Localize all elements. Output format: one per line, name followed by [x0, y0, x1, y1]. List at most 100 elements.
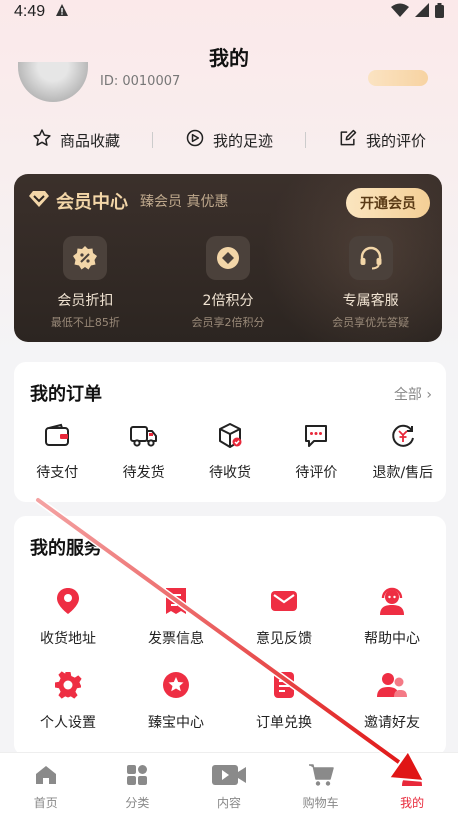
perk-name: 2倍积分	[202, 293, 254, 309]
points-icon	[206, 236, 250, 280]
member-badge[interactable]	[368, 70, 428, 86]
service-label: 发票信息	[148, 631, 204, 647]
service-treasure-center[interactable]: 臻宝中心	[122, 670, 230, 732]
service-label: 帮助中心	[364, 631, 420, 647]
mail-icon	[269, 586, 299, 620]
service-help[interactable]: 帮助中心	[338, 586, 446, 648]
diamond-icon	[28, 190, 50, 212]
comment-icon	[302, 422, 330, 454]
quick-link-label: 我的评价	[365, 131, 426, 150]
service-invoice[interactable]: 发票信息	[122, 586, 230, 648]
services-grid: 收货地址 发票信息 意见反馈 帮助中心 个人设置 臻宝中心 订单兑换 邀请好友	[14, 586, 446, 732]
quick-link-label: 商品收藏	[59, 131, 120, 150]
order-pending-payment[interactable]: 待支付	[14, 422, 100, 482]
orders-all-link[interactable]: 全部 ›	[394, 384, 432, 404]
edit-review-icon	[338, 128, 358, 152]
bottom-tab-bar: 首页 分类 内容 购物车 我的	[0, 752, 458, 820]
support-agent-icon	[377, 586, 407, 620]
tab-content[interactable]: 内容	[183, 753, 275, 820]
tab-home[interactable]: 首页	[0, 753, 92, 820]
service-label: 意见反馈	[256, 631, 312, 647]
headset-icon	[348, 236, 393, 280]
open-vip-button[interactable]: 开通会员	[346, 188, 430, 218]
invoice-icon	[162, 586, 190, 620]
services-card: 我的服务 收货地址 发票信息 意见反馈 帮助中心 个人设置 臻宝中心 订单兑换 …	[14, 516, 446, 756]
quick-link-label: 我的足迹	[212, 131, 273, 150]
service-label: 臻宝中心	[148, 715, 204, 731]
video-icon	[211, 763, 247, 790]
star-outline-icon	[32, 128, 52, 152]
orders-title: 我的订单	[30, 384, 102, 405]
gear-icon	[53, 670, 83, 704]
order-pending-shipment[interactable]: 待发货	[100, 422, 186, 482]
tab-label: 内容	[216, 796, 241, 810]
vip-title: 会员中心	[56, 192, 128, 213]
perk-desc: 最低不止85折	[50, 316, 120, 329]
tab-label: 分类	[125, 796, 150, 810]
user-icon	[400, 763, 424, 790]
service-order-exchange[interactable]: 订单兑换	[230, 670, 338, 732]
tab-label: 首页	[33, 796, 58, 810]
order-label: 待发货	[122, 465, 165, 481]
perk-desc: 会员享优先答疑	[332, 316, 410, 329]
home-icon	[34, 763, 58, 790]
invite-users-icon	[376, 670, 408, 704]
tab-label: 我的	[400, 796, 425, 810]
signal-icon	[415, 3, 429, 21]
footprint-icon	[185, 128, 205, 152]
service-settings[interactable]: 个人设置	[14, 670, 122, 732]
service-label: 订单兑换	[256, 715, 312, 731]
service-address[interactable]: 收货地址	[14, 586, 122, 648]
tab-me[interactable]: 我的	[366, 753, 458, 820]
service-feedback[interactable]: 意见反馈	[230, 586, 338, 648]
service-label: 个人设置	[40, 715, 96, 731]
order-refund[interactable]: 退款/售后	[360, 422, 446, 482]
vip-header: 会员中心 臻会员 真优惠	[28, 188, 228, 214]
orders-card: 我的订单 全部 › 待支付 待发货 待收货 待评价 退款/售后	[14, 362, 446, 502]
order-label: 退款/售后	[372, 465, 434, 481]
service-label: 邀请好友	[364, 715, 420, 731]
truck-icon	[129, 422, 159, 454]
order-pending-receipt[interactable]: 待收货	[187, 422, 273, 482]
order-status-row: 待支付 待发货 待收货 待评价 退款/售后	[14, 422, 446, 482]
quick-link-reviews[interactable]: 我的评价	[306, 128, 458, 152]
perk-desc: 会员享2倍积分	[191, 316, 265, 329]
discount-badge-icon	[63, 236, 108, 280]
quick-links-row: 商品收藏 我的足迹 我的评价	[0, 124, 458, 156]
category-grid-icon	[125, 763, 149, 790]
refund-icon	[389, 422, 417, 454]
location-pin-icon	[54, 586, 82, 620]
order-label: 待评价	[295, 465, 338, 481]
perk-name: 专属客服	[342, 293, 399, 309]
order-pending-review[interactable]: 待评价	[273, 422, 359, 482]
cart-icon	[308, 763, 334, 790]
vip-subtitle: 臻会员 真优惠	[140, 194, 229, 210]
service-invite[interactable]: 邀请好友	[338, 670, 446, 732]
quick-link-footprints[interactable]: 我的足迹	[153, 128, 305, 152]
wallet-icon	[43, 422, 71, 454]
tab-label: 购物车	[302, 796, 339, 810]
quick-link-favorites[interactable]: 商品收藏	[0, 128, 152, 152]
battery-icon	[435, 2, 444, 22]
status-right	[391, 2, 444, 22]
package-icon	[216, 422, 244, 454]
order-label: 待支付	[36, 465, 79, 481]
warning-icon	[55, 3, 69, 21]
star-circle-icon	[161, 670, 191, 704]
perk-discount[interactable]: 会员折扣 最低不止85折	[14, 236, 157, 330]
wifi-icon	[391, 3, 409, 21]
service-label: 收货地址	[40, 631, 96, 647]
tab-category[interactable]: 分类	[92, 753, 184, 820]
perk-points[interactable]: 2倍积分 会员享2倍积分	[157, 236, 300, 330]
exchange-doc-icon	[270, 670, 298, 704]
tab-cart[interactable]: 购物车	[275, 753, 367, 820]
vip-perks: 会员折扣 最低不止85折 2倍积分 会员享2倍积分 专属客服 会员享优先答疑	[14, 236, 442, 330]
user-id: ID: 0010007	[100, 74, 181, 89]
perk-service[interactable]: 专属客服 会员享优先答疑	[299, 236, 442, 330]
status-time: 4:49	[14, 3, 46, 20]
status-bar: 4:49	[0, 0, 458, 24]
services-title: 我的服务	[30, 538, 102, 559]
order-label: 待收货	[209, 465, 252, 481]
perk-name: 会员折扣	[57, 293, 114, 309]
vip-card[interactable]: 会员中心 臻会员 真优惠 开通会员 会员折扣 最低不止85折 2倍积分 会员享2…	[14, 174, 442, 342]
